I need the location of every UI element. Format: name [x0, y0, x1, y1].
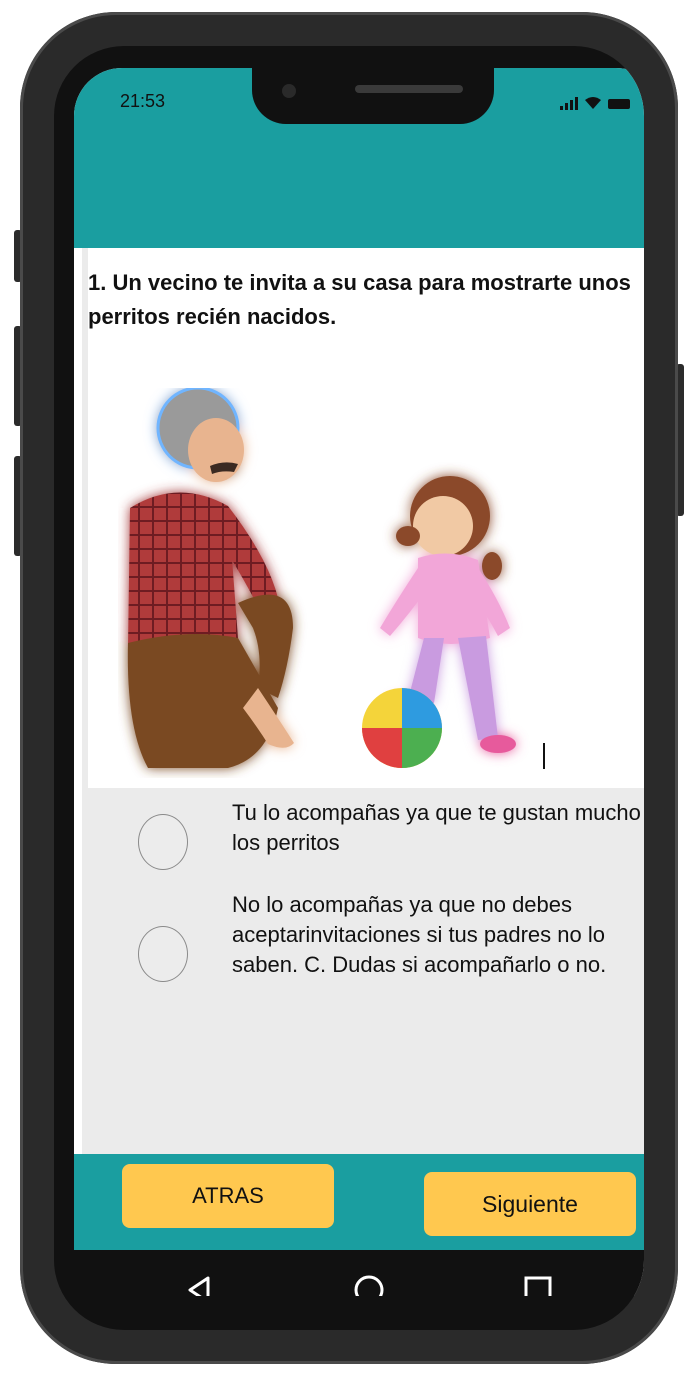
- camera-icon: [282, 84, 296, 98]
- status-icons: [560, 96, 630, 110]
- recents-square-icon[interactable]: [518, 1270, 558, 1296]
- text-cursor: [543, 743, 545, 769]
- battery-icon: [608, 99, 630, 109]
- question-illustration: [127, 388, 516, 768]
- android-nav-bar: [74, 1250, 644, 1296]
- back-triangle-icon[interactable]: [180, 1270, 220, 1296]
- option-1-text: Tu lo acompañas ya que te gustan mucho l…: [232, 800, 641, 855]
- bottom-action-bar: ATRAS Siguiente: [74, 1154, 644, 1250]
- question-title: 1. Un vecino te invita a su casa para mo…: [88, 270, 631, 329]
- notch: [252, 68, 494, 124]
- question-card: 1. Un vecino te invita a su casa para mo…: [88, 248, 644, 788]
- option-2-text: No lo acompañas ya que no debes aceptari…: [232, 892, 607, 977]
- wifi-icon: [585, 97, 601, 109]
- status-time: 21:53: [120, 91, 166, 111]
- next-button[interactable]: Siguiente: [424, 1172, 636, 1236]
- earpiece-speaker: [355, 85, 463, 93]
- signal-icon: [560, 97, 578, 110]
- home-circle-icon[interactable]: [349, 1270, 389, 1296]
- phone-screen: 21:53 1. Un vecino te invita a su casa p…: [74, 68, 644, 1296]
- phone-bezel: 21:53 1. Un vecino te invita a su casa p…: [54, 46, 644, 1330]
- phone-frame: 21:53 1. Un vecino te invita a su casa p…: [20, 12, 678, 1364]
- option-2-radio[interactable]: [138, 926, 188, 982]
- back-button[interactable]: ATRAS: [122, 1164, 334, 1228]
- question-panel: 1. Un vecino te invita a su casa para mo…: [82, 248, 644, 1154]
- option-1-radio[interactable]: [138, 814, 188, 870]
